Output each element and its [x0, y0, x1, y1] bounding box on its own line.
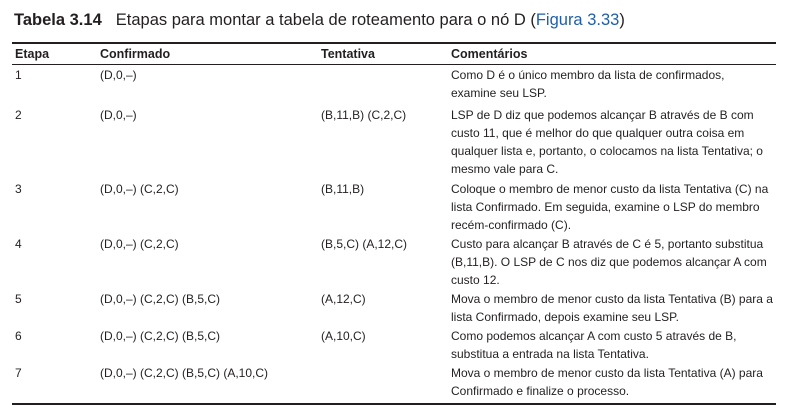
table-header-rule	[12, 64, 776, 65]
cell-confirmado: (D,0,–)	[100, 108, 137, 122]
cell-etapa: 3	[15, 182, 22, 196]
cell-comentarios: Como D é o único membro da lista de conf…	[451, 68, 725, 100]
figure-reference-link[interactable]: Figura 3.33	[536, 11, 619, 29]
cell-comentarios: LSP de D diz que podemos alcançar B atra…	[451, 108, 763, 176]
cell-comentarios: Mova o membro de menor custo da lista Te…	[451, 292, 773, 324]
header-etapa: Etapa	[15, 47, 50, 61]
cell-tentativa: (A,10,C)	[321, 329, 366, 343]
cell-comentarios: Coloque o membro de menor custo da lista…	[451, 182, 769, 232]
table-caption: Etapas para montar a tabela de roteament…	[115, 11, 536, 29]
cell-tentativa: (B,11,B) (C,2,C)	[321, 108, 407, 122]
table-bottom-rule	[12, 403, 776, 405]
header-tentativa: Tentativa	[321, 47, 375, 61]
table-top-rule	[12, 42, 776, 44]
table-number: Tabela 3.14	[14, 11, 102, 29]
table-caption-end: )	[619, 11, 625, 29]
cell-confirmado: (D,0,–) (C,2,C) (B,5,C)	[100, 292, 221, 306]
cell-confirmado: (D,0,–)	[100, 68, 137, 82]
cell-confirmado: (D,0,–) (C,2,C) (B,5,C)	[100, 329, 221, 343]
cell-etapa: 4	[15, 237, 22, 251]
cell-tentativa: (A,12,C)	[321, 292, 366, 306]
cell-confirmado: (D,0,–) (C,2,C) (B,5,C) (A,10,C)	[100, 366, 269, 380]
cell-comentarios: Como podemos alcançar A com custo 5 atra…	[451, 329, 737, 361]
cell-etapa: 2	[15, 108, 22, 122]
cell-comentarios: Mova o membro de menor custo da lista Te…	[451, 366, 763, 398]
cell-etapa: 6	[15, 329, 22, 343]
cell-comentarios: Custo para alcançar B através de C é 5, …	[451, 237, 767, 287]
cell-confirmado: (D,0,–) (C,2,C)	[100, 237, 179, 251]
header-comentarios: Comentários	[451, 47, 528, 61]
table-title: Tabela 3.14 Etapas para montar a tabela d…	[14, 9, 625, 31]
cell-etapa: 1	[15, 68, 22, 82]
cell-tentativa: (B,11,B)	[321, 182, 365, 196]
table-page: Tabela 3.14 Etapas para montar a tabela d…	[0, 0, 787, 413]
cell-tentativa: (B,5,C) (A,12,C)	[321, 237, 408, 251]
header-confirmado: Confirmado	[100, 47, 171, 61]
cell-etapa: 5	[15, 292, 22, 306]
cell-etapa: 7	[15, 366, 22, 380]
cell-confirmado: (D,0,–) (C,2,C)	[100, 182, 179, 196]
